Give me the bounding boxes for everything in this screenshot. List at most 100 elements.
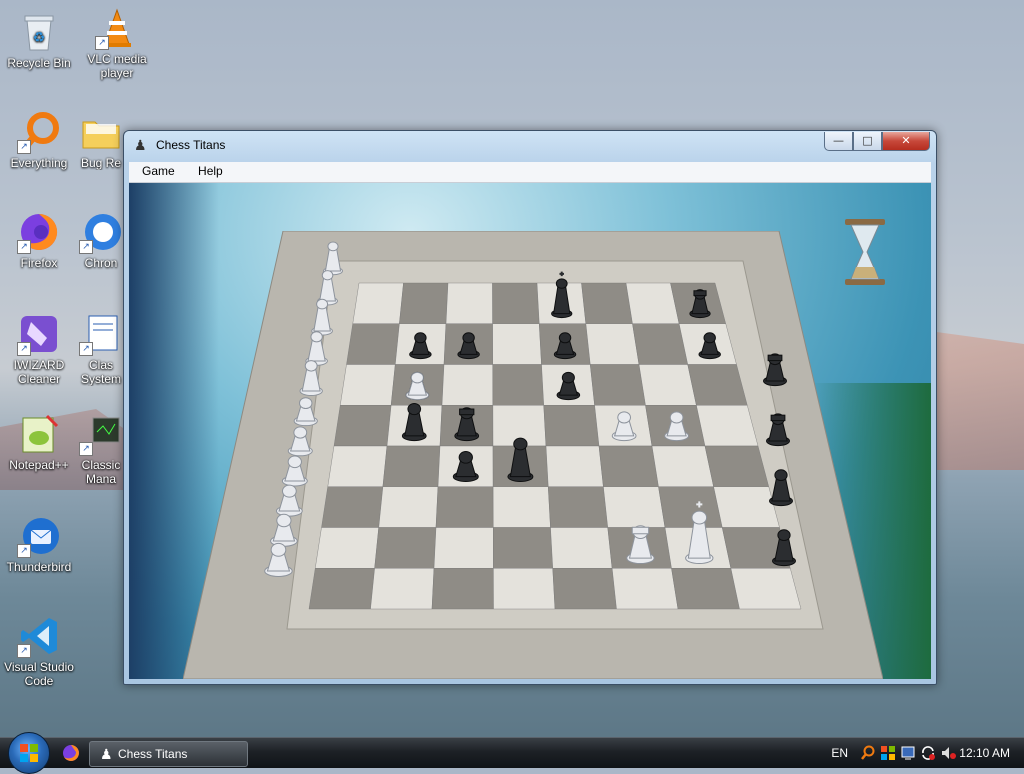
desktop-icon-classic-manager[interactable]: ↗ Classic Mana <box>78 412 124 486</box>
board-square[interactable] <box>611 568 679 610</box>
board-square[interactable] <box>713 486 780 528</box>
desktop-icon-bug-report[interactable]: Bug Re <box>78 110 124 170</box>
hourglass-icon <box>845 219 885 285</box>
shortcut-arrow-icon: ↗ <box>79 442 93 456</box>
board-square[interactable] <box>352 282 404 324</box>
board-square[interactable] <box>585 323 640 365</box>
board-square[interactable] <box>598 445 659 487</box>
board-square[interactable] <box>590 364 646 406</box>
vlc-icon: ↗ <box>95 6 139 50</box>
board-square[interactable] <box>441 364 494 406</box>
board-square[interactable] <box>433 527 494 569</box>
network-icon[interactable] <box>900 745 916 761</box>
taskbar-button-chess-titans[interactable]: ♟ Chess Titans <box>89 741 248 767</box>
security-shield-icon[interactable] <box>880 745 896 761</box>
board-square[interactable] <box>445 282 493 324</box>
chess-pawn-icon: ♟ <box>100 746 113 762</box>
board-square[interactable] <box>333 405 392 447</box>
board-square[interactable] <box>435 486 494 528</box>
board-square[interactable] <box>632 323 688 365</box>
menu-bar: Game Help <box>129 162 931 183</box>
board-square[interactable] <box>638 364 697 406</box>
board-square[interactable] <box>550 527 613 569</box>
shortcut-arrow-icon: ↗ <box>79 240 93 254</box>
desktop-icon-vlc[interactable]: ↗ VLC media player <box>78 6 156 80</box>
minimize-button[interactable]: — <box>824 132 853 151</box>
title-bar[interactable]: ♟ Chess Titans — □ ✕ <box>124 131 936 159</box>
board-square[interactable] <box>340 364 396 406</box>
desktop-icon-classic-system[interactable]: ↗ Clas System <box>78 312 124 386</box>
volume-muted-icon[interactable] <box>940 745 956 761</box>
chess-board[interactable] <box>183 231 883 679</box>
clock[interactable]: 12:10 AM <box>959 746 1010 760</box>
chess-pawn-icon: ♟ <box>134 138 147 154</box>
board-square[interactable] <box>346 323 400 365</box>
broom-icon: ↗ <box>17 312 61 356</box>
shortcut-arrow-icon: ↗ <box>17 644 31 658</box>
firefox-quicklaunch-icon[interactable] <box>62 744 80 762</box>
sync-icon[interactable] <box>920 745 936 761</box>
board-square[interactable] <box>492 282 540 324</box>
game-area[interactable] <box>129 183 931 679</box>
menu-help[interactable]: Help <box>191 162 230 180</box>
desktop-icon-thunderbird[interactable]: ↗ Thunderbird <box>0 514 78 574</box>
desktop-icon-recycle-bin[interactable]: ♻ Recycle Bin <box>0 10 78 70</box>
board-square[interactable] <box>492 486 551 528</box>
recycle-bin-icon: ♻ <box>17 10 61 54</box>
desktop-icon-chrome[interactable]: ↗ Chron <box>78 210 124 270</box>
board-square[interactable] <box>382 445 441 487</box>
board-square[interactable] <box>625 282 680 324</box>
close-button[interactable]: ✕ <box>882 132 930 151</box>
system-tray: EN 12:10 AM <box>824 738 1024 768</box>
desktop-icon-vscode[interactable]: ↗ Visual Studio Code <box>0 614 78 688</box>
board-square[interactable] <box>431 568 494 610</box>
board-square[interactable] <box>545 445 604 487</box>
board-square[interactable] <box>548 486 608 528</box>
firefox-icon: ↗ <box>17 210 61 254</box>
shortcut-arrow-icon: ↗ <box>95 36 109 50</box>
board-square[interactable] <box>730 568 802 610</box>
board-square[interactable] <box>378 486 439 528</box>
board-square[interactable] <box>399 282 449 324</box>
document-icon: ↗ <box>79 312 123 356</box>
window-controls: — □ ✕ <box>824 132 930 151</box>
board-square[interactable] <box>493 568 556 610</box>
board-square[interactable] <box>321 486 384 528</box>
board-square[interactable] <box>492 364 544 406</box>
board-square[interactable] <box>581 282 633 324</box>
thunderbird-icon: ↗ <box>17 514 61 558</box>
board-square[interactable] <box>327 445 388 487</box>
maximize-button[interactable]: □ <box>853 132 882 151</box>
chess-titans-window[interactable]: ♟ Chess Titans — □ ✕ Game Help <box>123 130 937 685</box>
language-indicator[interactable]: EN <box>831 746 848 760</box>
board-square[interactable] <box>374 527 437 569</box>
board-square[interactable] <box>671 568 740 610</box>
desktop-icon-firefox[interactable]: ↗ Firefox <box>0 210 78 270</box>
board-square[interactable] <box>603 486 666 528</box>
desktop-icon-notepadpp[interactable]: Notepad++ <box>0 412 78 472</box>
desktop-icon-iwizard[interactable]: ↗ IWIZARD Cleaner <box>0 312 78 386</box>
board-square[interactable] <box>552 568 617 610</box>
board-square[interactable] <box>696 405 759 447</box>
shortcut-arrow-icon: ↗ <box>17 342 31 356</box>
board-square[interactable] <box>493 527 553 569</box>
shortcut-arrow-icon: ↗ <box>17 140 31 154</box>
board-square[interactable] <box>658 486 723 528</box>
taskbar: ♟ Chess Titans EN 12:10 AM <box>0 732 1024 774</box>
desktop-icon-everything[interactable]: ↗ Everything <box>0 110 78 170</box>
window-title: Chess Titans <box>156 138 226 152</box>
magnifier-icon: ↗ <box>17 110 61 154</box>
board-square[interactable] <box>651 445 714 487</box>
board-square[interactable] <box>543 405 600 447</box>
folder-icon <box>79 110 123 154</box>
board-square[interactable] <box>308 568 375 610</box>
browser-icon: ↗ <box>79 210 123 254</box>
menu-game[interactable]: Game <box>135 162 182 180</box>
svg-text:♻: ♻ <box>33 29 46 45</box>
board-square[interactable] <box>704 445 770 487</box>
board-square[interactable] <box>315 527 379 569</box>
search-tray-icon[interactable] <box>860 745 876 761</box>
board-squares <box>308 282 802 610</box>
board-square[interactable] <box>492 323 542 365</box>
board-square[interactable] <box>370 568 435 610</box>
